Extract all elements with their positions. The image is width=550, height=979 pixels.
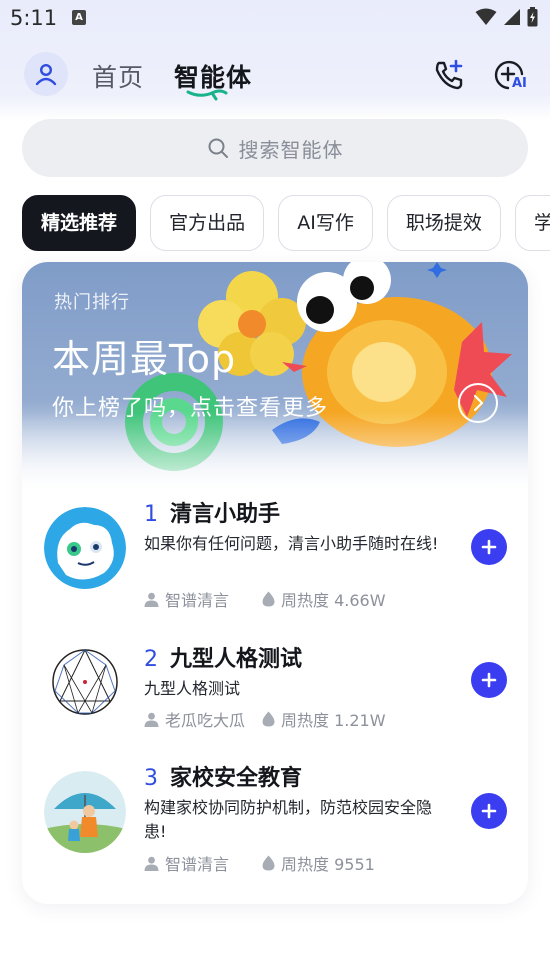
agent-heat: 周热度 4.66W bbox=[262, 587, 386, 611]
plus-icon bbox=[481, 672, 497, 688]
agent-title: 2 九型人格测试 bbox=[144, 641, 302, 673]
agent-rank: 2 bbox=[144, 647, 158, 672]
app-screen: 5:11 A 首页 智能体 AI 搜索智能体 精选推荐 官方出品 AI写作 职场 bbox=[0, 0, 550, 979]
banner-more-button[interactable] bbox=[458, 383, 498, 423]
agent-description: 构建家校协同防护机制，防范校园安全隐患! bbox=[144, 798, 433, 841]
ranking-banner[interactable]: 热门排行 本周最Top 你上榜了吗，点击查看更多 bbox=[22, 262, 528, 492]
agent-heat-value: 周热度 9551 bbox=[281, 855, 375, 874]
agent-author-name: 智谱清言 bbox=[165, 855, 230, 874]
banner-fade bbox=[22, 412, 528, 492]
agent-heat: 周热度 9551 bbox=[262, 851, 375, 875]
profile-button[interactable] bbox=[24, 52, 68, 96]
agent-author: 智谱清言 bbox=[144, 587, 262, 611]
chip-official[interactable]: 官方出品 bbox=[150, 195, 265, 251]
agent-name: 九型人格测试 bbox=[170, 647, 303, 672]
chip-featured[interactable]: 精选推荐 bbox=[22, 195, 137, 251]
top-header: 首页 智能体 AI bbox=[0, 50, 550, 101]
agent-author-name: 智谱清言 bbox=[165, 591, 230, 610]
ai-badge: AI bbox=[512, 76, 527, 91]
agent-description: 如果你有任何问题，清言小助手随时在线! bbox=[144, 534, 439, 553]
plus-icon bbox=[481, 803, 497, 819]
person-icon bbox=[144, 712, 159, 727]
chip-workplace[interactable]: 职场提效 bbox=[386, 195, 501, 251]
notification-icon: A bbox=[72, 10, 86, 25]
add-agent-button[interactable] bbox=[471, 662, 507, 698]
add-agent-button[interactable] bbox=[471, 529, 507, 565]
agent-heat-value: 周热度 4.66W bbox=[281, 591, 386, 610]
status-icons bbox=[475, 7, 538, 27]
ranking-item[interactable]: 3 家校安全教育 构建家校协同防护机制，防范校园安全隐患! 智谱清言 周热度 95… bbox=[22, 760, 528, 880]
flame-icon bbox=[262, 711, 275, 727]
phone-add-icon bbox=[435, 59, 463, 90]
assistant-mascot-icon bbox=[44, 507, 126, 589]
agent-meta: 老瓜吃大瓜 周热度 1.21W bbox=[144, 707, 386, 731]
category-chips: 精选推荐 官方出品 AI写作 职场提效 学 bbox=[22, 195, 550, 251]
agent-author: 智谱清言 bbox=[144, 851, 262, 875]
banner-subtitle: 你上榜了吗，点击查看更多 bbox=[52, 396, 329, 421]
status-bar: 5:11 A bbox=[0, 0, 550, 38]
voice-call-button[interactable] bbox=[432, 58, 466, 92]
agent-rank: 3 bbox=[144, 766, 158, 791]
agent-title: 3 家校安全教育 bbox=[144, 760, 302, 792]
chip-ai-writing[interactable]: AI写作 bbox=[278, 195, 373, 251]
agent-avatar bbox=[44, 641, 126, 723]
agent-author: 老瓜吃大瓜 bbox=[144, 707, 262, 731]
search-placeholder: 搜索智能体 bbox=[238, 137, 344, 162]
ai-create-button[interactable]: AI bbox=[492, 58, 528, 94]
agent-avatar bbox=[44, 771, 126, 853]
enneagram-icon bbox=[52, 648, 118, 715]
wifi-icon bbox=[475, 8, 497, 25]
search-bar[interactable]: 搜索智能体 bbox=[22, 119, 528, 177]
agent-rank: 1 bbox=[144, 502, 158, 527]
agent-heat-value: 周热度 1.21W bbox=[281, 711, 386, 730]
agent-name: 家校安全教育 bbox=[170, 766, 303, 791]
search-icon bbox=[208, 138, 228, 158]
agent-avatar bbox=[44, 507, 126, 589]
chip-study[interactable]: 学 bbox=[515, 195, 550, 251]
agent-heat: 周热度 1.21W bbox=[262, 707, 386, 731]
agent-description: 九型人格测试 bbox=[144, 679, 241, 698]
add-agent-button[interactable] bbox=[471, 793, 507, 829]
agent-name: 清言小助手 bbox=[170, 502, 281, 527]
agent-author-name: 老瓜吃大瓜 bbox=[165, 711, 246, 730]
flame-icon bbox=[262, 855, 275, 871]
banner-tag: 热门排行 bbox=[54, 292, 130, 313]
active-tab-underline bbox=[186, 89, 228, 101]
agent-meta: 智谱清言 周热度 9551 bbox=[144, 851, 375, 875]
ranking-item[interactable]: 1 清言小助手 如果你有任何问题，清言小助手随时在线! 智谱清言 周热度 4.66… bbox=[22, 496, 528, 616]
weekly-ranking-card: 热门排行 本周最Top 你上榜了吗，点击查看更多 1 清言小助手 如果你有任何问题… bbox=[22, 262, 528, 904]
safety-education-icon bbox=[44, 771, 126, 853]
ranking-item[interactable]: 2 九型人格测试 九型人格测试 老瓜吃大瓜 周热度 1.21W bbox=[22, 641, 528, 761]
banner-title: 本周最Top bbox=[52, 337, 237, 381]
status-time: 5:11 bbox=[10, 6, 58, 30]
person-icon bbox=[144, 592, 159, 607]
agent-title: 1 清言小助手 bbox=[144, 496, 280, 528]
user-icon bbox=[35, 63, 57, 86]
plus-icon bbox=[481, 539, 497, 555]
battery-icon bbox=[527, 7, 538, 27]
chevron-right-icon bbox=[473, 394, 484, 412]
tab-home[interactable]: 首页 bbox=[92, 58, 144, 94]
signal-icon bbox=[504, 9, 520, 25]
agent-meta: 智谱清言 周热度 4.66W bbox=[144, 587, 386, 611]
flame-icon bbox=[262, 591, 275, 607]
person-icon bbox=[144, 856, 159, 871]
